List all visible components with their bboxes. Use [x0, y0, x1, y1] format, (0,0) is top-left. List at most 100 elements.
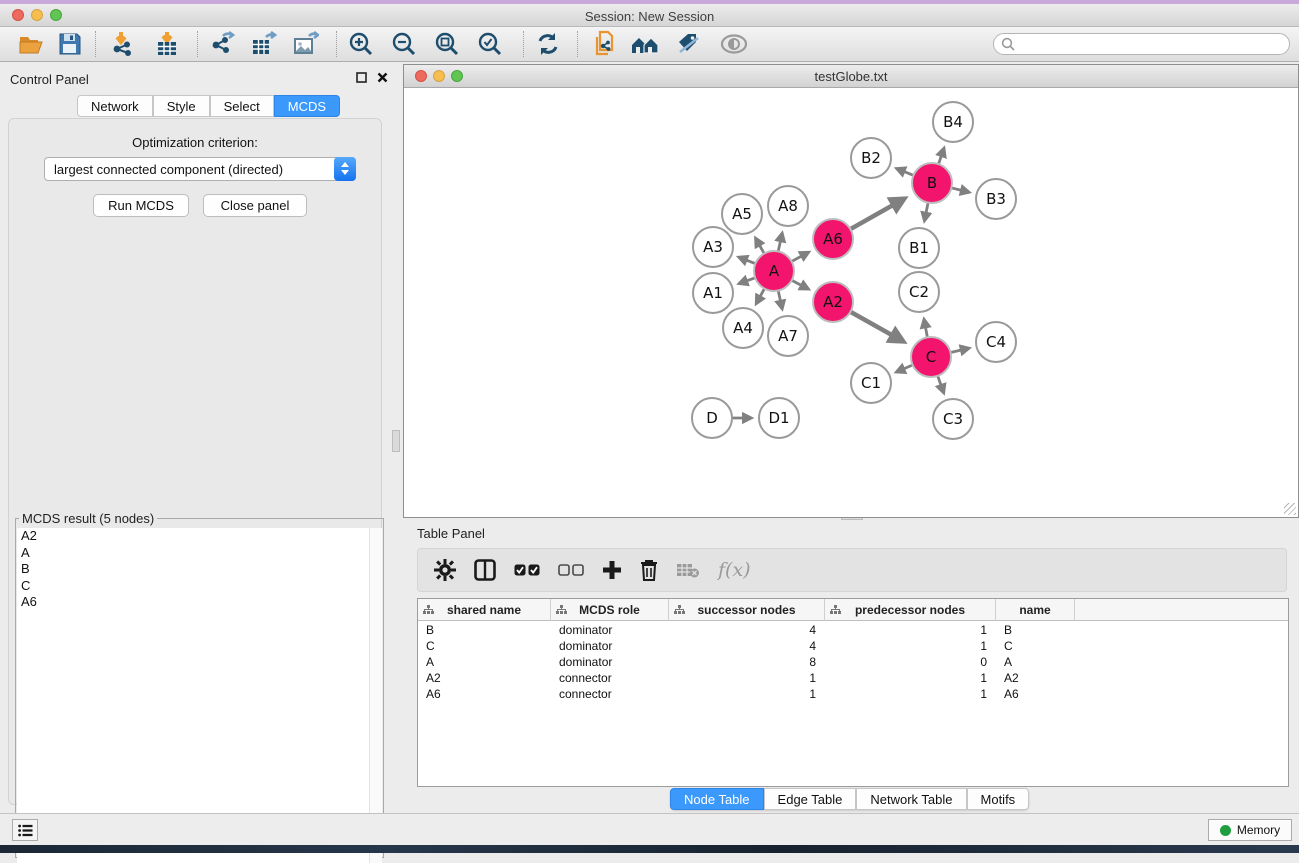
- table-cell[interactable]: A2: [418, 670, 551, 686]
- close-panel-icon[interactable]: [377, 72, 388, 83]
- result-item[interactable]: A6: [17, 594, 382, 611]
- node-D1[interactable]: D1: [759, 398, 799, 438]
- network-svg[interactable]: B4 B2 B B3 A5A8A6 B1 A3 A A1 C2 A2 A4A7 C4 C C1 D D1 C3: [405, 89, 1297, 517]
- node-C2[interactable]: C2: [899, 272, 939, 312]
- tab-edge-table[interactable]: Edge Table: [764, 788, 857, 810]
- table-cell[interactable]: C: [996, 638, 1075, 654]
- node-A6[interactable]: A6: [813, 219, 853, 259]
- save-session-icon[interactable]: [54, 30, 86, 58]
- result-item[interactable]: A: [17, 545, 382, 562]
- vertical-split-handle[interactable]: [392, 430, 400, 452]
- table-cell[interactable]: 0: [825, 654, 996, 670]
- tab-motifs[interactable]: Motifs: [967, 788, 1030, 810]
- node-C3[interactable]: C3: [933, 399, 973, 439]
- table-cell[interactable]: 1: [825, 670, 996, 686]
- graphics-details-icon[interactable]: [718, 30, 750, 58]
- memory-button[interactable]: Memory: [1208, 819, 1292, 841]
- close-panel-button[interactable]: Close panel: [203, 194, 307, 217]
- export-network-icon[interactable]: [206, 30, 238, 58]
- table-cell[interactable]: connector: [551, 686, 669, 702]
- node-C4[interactable]: C4: [976, 322, 1016, 362]
- import-table-icon[interactable]: [151, 30, 183, 58]
- network-window-titlebar[interactable]: testGlobe.txt: [404, 65, 1298, 88]
- node-B[interactable]: B: [912, 163, 952, 203]
- node-C1[interactable]: C1: [851, 363, 891, 403]
- table-cell[interactable]: dominator: [551, 654, 669, 670]
- table-header-row[interactable]: shared name MCDS role successor nodes pr…: [418, 599, 1288, 621]
- app-titlebar[interactable]: Session: New Session: [0, 4, 1299, 27]
- table-row[interactable]: Bdominator41B: [418, 622, 1288, 638]
- node-C[interactable]: C: [911, 337, 951, 377]
- node-B2[interactable]: B2: [851, 138, 891, 178]
- delete-table-icon[interactable]: [676, 562, 700, 578]
- window-resize-grip[interactable]: [1284, 503, 1296, 515]
- table-cell[interactable]: 1: [669, 670, 825, 686]
- column-header-mcds-role[interactable]: MCDS role: [551, 599, 669, 621]
- node-A4[interactable]: A4: [723, 308, 763, 348]
- table-cell[interactable]: 1: [669, 686, 825, 702]
- tab-select[interactable]: Select: [210, 95, 274, 117]
- tab-network[interactable]: Network: [77, 95, 153, 117]
- network-home-icon[interactable]: [629, 30, 661, 58]
- tab-node-table[interactable]: Node Table: [670, 788, 764, 810]
- table-cell[interactable]: A: [996, 654, 1075, 670]
- apply-layout-icon[interactable]: [532, 30, 564, 58]
- table-row[interactable]: A2connector11A2: [418, 670, 1288, 686]
- node-A5[interactable]: A5: [722, 194, 762, 234]
- table-cell[interactable]: A2: [996, 670, 1075, 686]
- add-column-icon[interactable]: [602, 560, 622, 580]
- run-mcds-button[interactable]: Run MCDS: [93, 194, 189, 217]
- node-A2[interactable]: A2: [813, 282, 853, 322]
- column-header-name[interactable]: name: [996, 599, 1075, 621]
- node-D[interactable]: D: [692, 398, 732, 438]
- zoom-selected-icon[interactable]: [474, 30, 506, 58]
- zoom-in-icon[interactable]: [345, 30, 377, 58]
- export-table-icon[interactable]: [248, 30, 280, 58]
- table-cell[interactable]: B: [418, 622, 551, 638]
- table-cell[interactable]: 1: [825, 622, 996, 638]
- table-cell[interactable]: 4: [669, 638, 825, 654]
- column-selector-icon[interactable]: [474, 559, 496, 581]
- float-panel-icon[interactable]: [356, 72, 367, 83]
- zoom-fit-icon[interactable]: [431, 30, 463, 58]
- node-A7[interactable]: A7: [768, 316, 808, 356]
- table-cell[interactable]: dominator: [551, 638, 669, 654]
- column-header-predecessor-nodes[interactable]: predecessor nodes: [825, 599, 996, 621]
- settings-gear-icon[interactable]: [434, 559, 456, 581]
- table-cell[interactable]: C: [418, 638, 551, 654]
- node-A[interactable]: A: [754, 251, 794, 291]
- table-cell[interactable]: 1: [825, 638, 996, 654]
- table-cell[interactable]: A6: [996, 686, 1075, 702]
- result-item[interactable]: B: [17, 561, 382, 578]
- search-input[interactable]: [993, 33, 1290, 55]
- table-cell[interactable]: A6: [418, 686, 551, 702]
- open-session-icon[interactable]: [16, 30, 48, 58]
- node-B3[interactable]: B3: [976, 179, 1016, 219]
- tab-network-table[interactable]: Network Table: [856, 788, 966, 810]
- table-cell[interactable]: 1: [825, 686, 996, 702]
- table-cell[interactable]: connector: [551, 670, 669, 686]
- node-A3[interactable]: A3: [693, 227, 733, 267]
- table-cell[interactable]: 4: [669, 622, 825, 638]
- node-B4[interactable]: B4: [933, 102, 973, 142]
- column-header-shared-name[interactable]: shared name: [418, 599, 551, 621]
- tab-style[interactable]: Style: [153, 95, 210, 117]
- table-row[interactable]: Cdominator41C: [418, 638, 1288, 654]
- node-A8[interactable]: A8: [768, 186, 808, 226]
- node-A1[interactable]: A1: [693, 273, 733, 313]
- result-item[interactable]: C: [17, 578, 382, 595]
- delete-column-icon[interactable]: [640, 559, 658, 581]
- import-network-icon[interactable]: [107, 30, 139, 58]
- table-cell[interactable]: dominator: [551, 622, 669, 638]
- export-image-icon[interactable]: [290, 30, 322, 58]
- hide-labels-icon[interactable]: [673, 30, 705, 58]
- node-table[interactable]: shared name MCDS role successor nodes pr…: [417, 598, 1289, 787]
- result-item[interactable]: A2: [17, 528, 382, 545]
- zoom-out-icon[interactable]: [388, 30, 420, 58]
- panel-list-button[interactable]: [12, 819, 38, 841]
- tab-mcds[interactable]: MCDS: [274, 95, 340, 117]
- table-cell[interactable]: A: [418, 654, 551, 670]
- table-cell[interactable]: B: [996, 622, 1075, 638]
- table-row[interactable]: Adominator80A: [418, 654, 1288, 670]
- node-B1[interactable]: B1: [899, 228, 939, 268]
